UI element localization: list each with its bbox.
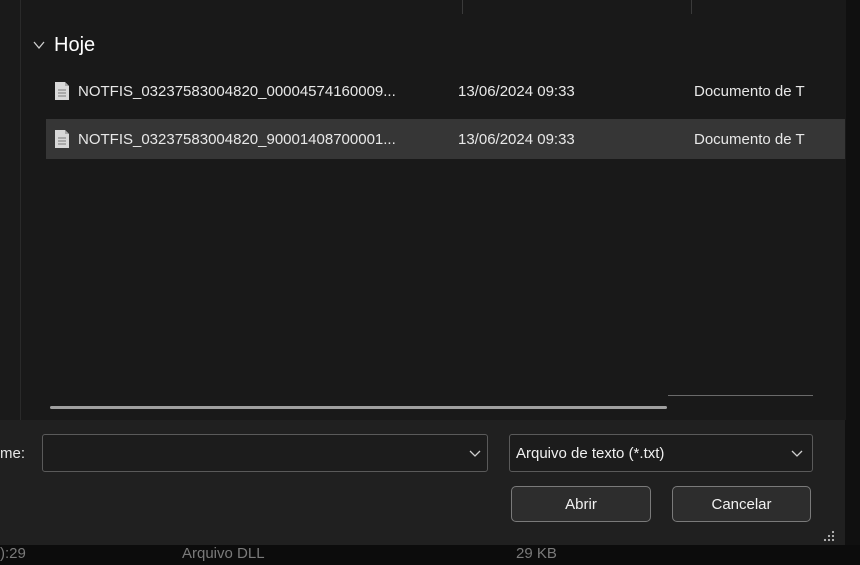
cancel-button[interactable]: Cancelar [672, 486, 811, 522]
text-file-icon [55, 82, 69, 100]
file-list[interactable] [20, 0, 846, 420]
group-header-today[interactable]: Hoje [32, 30, 95, 60]
horizontal-scrollbar[interactable] [50, 406, 667, 409]
file-type: Documento de T [694, 130, 805, 148]
background-type: Arquivo DLL [182, 545, 265, 562]
chevron-down-icon[interactable] [469, 447, 481, 459]
resize-grip-icon[interactable] [822, 530, 836, 542]
text-file-icon [55, 130, 69, 148]
column-separator[interactable] [462, 0, 463, 14]
file-name-label: me: [0, 445, 26, 462]
file-open-dialog: Hoje NOTFIS_03237583004820_0000457416000… [0, 0, 846, 545]
file-row-selected[interactable]: NOTFIS_03237583004820_90001408700001... … [46, 119, 845, 159]
file-row[interactable]: NOTFIS_03237583004820_00004574160009... … [46, 71, 845, 111]
file-type-select[interactable]: Arquivo de texto (*.txt) [509, 434, 813, 472]
background-time: ):29 [0, 545, 26, 562]
file-date: 13/06/2024 09:33 [458, 82, 575, 100]
background-file-row: ):29 Arquivo DLL 29 KB [0, 545, 860, 565]
chevron-down-icon[interactable] [791, 447, 803, 459]
open-button[interactable]: Abrir [511, 486, 651, 522]
file-type-value: Arquivo de texto (*.txt) [516, 444, 665, 462]
file-name-input[interactable] [42, 434, 488, 472]
file-name: NOTFIS_03237583004820_90001408700001... [78, 130, 396, 148]
group-label: Hoje [54, 33, 96, 56]
column-separator[interactable] [691, 0, 692, 14]
chevron-down-icon [33, 41, 45, 50]
scrollbar-track [668, 395, 813, 396]
file-date: 13/06/2024 09:33 [458, 130, 575, 148]
file-type: Documento de T [694, 82, 805, 100]
background-size: 29 KB [516, 545, 557, 562]
file-name: NOTFIS_03237583004820_00004574160009... [78, 82, 396, 100]
